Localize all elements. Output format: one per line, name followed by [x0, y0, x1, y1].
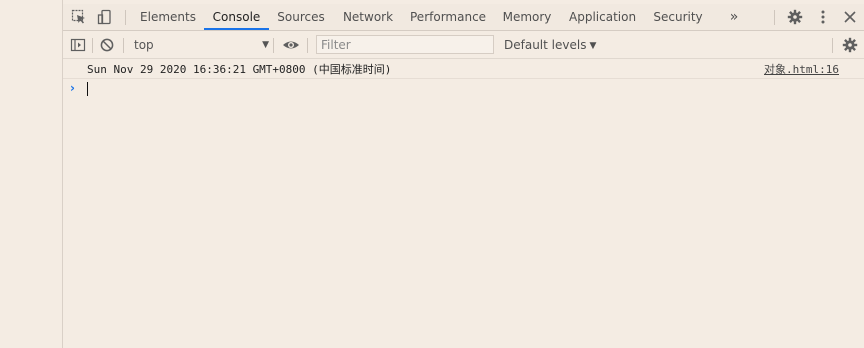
console-message-source-link[interactable]: 对象.html:16 [764, 63, 839, 76]
page-viewport [0, 0, 63, 348]
console-message-text: Sun Nov 29 2020 16:36:21 GMT+0800 (中国标准时… [87, 63, 392, 76]
tab-security[interactable]: Security [653, 4, 703, 30]
devtools-panel: Elements Console Sources Network Perform… [63, 0, 864, 348]
toolbar-divider [307, 38, 308, 53]
close-icon[interactable] [842, 9, 858, 25]
log-levels-label: Default levels [504, 38, 587, 52]
tab-memory[interactable]: Memory [501, 4, 553, 30]
toolbar-divider [774, 10, 775, 25]
device-toolbar-icon[interactable] [97, 9, 113, 25]
prompt-chevron-icon: › [70, 81, 75, 95]
clear-console-icon[interactable] [99, 37, 115, 53]
more-tabs-button[interactable]: » [723, 4, 745, 30]
tab-console[interactable]: Console [204, 4, 269, 30]
browser-page: Elements Console Sources Network Perform… [0, 0, 864, 348]
toolbar-divider [123, 38, 124, 53]
tab-network[interactable]: Network [341, 4, 395, 30]
toolbar-divider [92, 38, 93, 53]
context-value: top [134, 38, 154, 52]
console-settings-gear-icon[interactable] [842, 37, 858, 53]
dropdown-arrow-icon: ▼ [589, 41, 597, 51]
log-levels-dropdown[interactable]: Default levels ▼ [504, 37, 596, 54]
tab-elements[interactable]: Elements [138, 4, 198, 30]
dropdown-arrow-icon: ▼ [262, 40, 269, 50]
console-message: Sun Nov 29 2020 16:36:21 GMT+0800 (中国标准时… [63, 60, 864, 79]
toolbar-divider [832, 38, 833, 53]
toolbar-divider [273, 38, 274, 53]
context-selector[interactable]: top ▼ [134, 37, 269, 53]
tab-application[interactable]: Application [569, 4, 636, 30]
kebab-menu-icon[interactable] [815, 9, 831, 25]
console-toolbar: top ▼ Default levels▼ [63, 31, 864, 59]
eye-icon[interactable] [282, 37, 299, 53]
show-sidebar-icon[interactable] [70, 37, 86, 53]
filter-input[interactable] [316, 35, 494, 54]
text-caret [87, 82, 88, 96]
console-prompt[interactable]: › [63, 80, 864, 98]
gear-icon[interactable] [787, 9, 803, 25]
toolbar-divider [125, 10, 126, 25]
inspect-element-icon[interactable] [71, 9, 87, 25]
devtools-tabbar: Elements Console Sources Network Perform… [63, 4, 864, 31]
tab-sources[interactable]: Sources [275, 4, 327, 30]
tab-performance[interactable]: Performance [410, 4, 486, 30]
